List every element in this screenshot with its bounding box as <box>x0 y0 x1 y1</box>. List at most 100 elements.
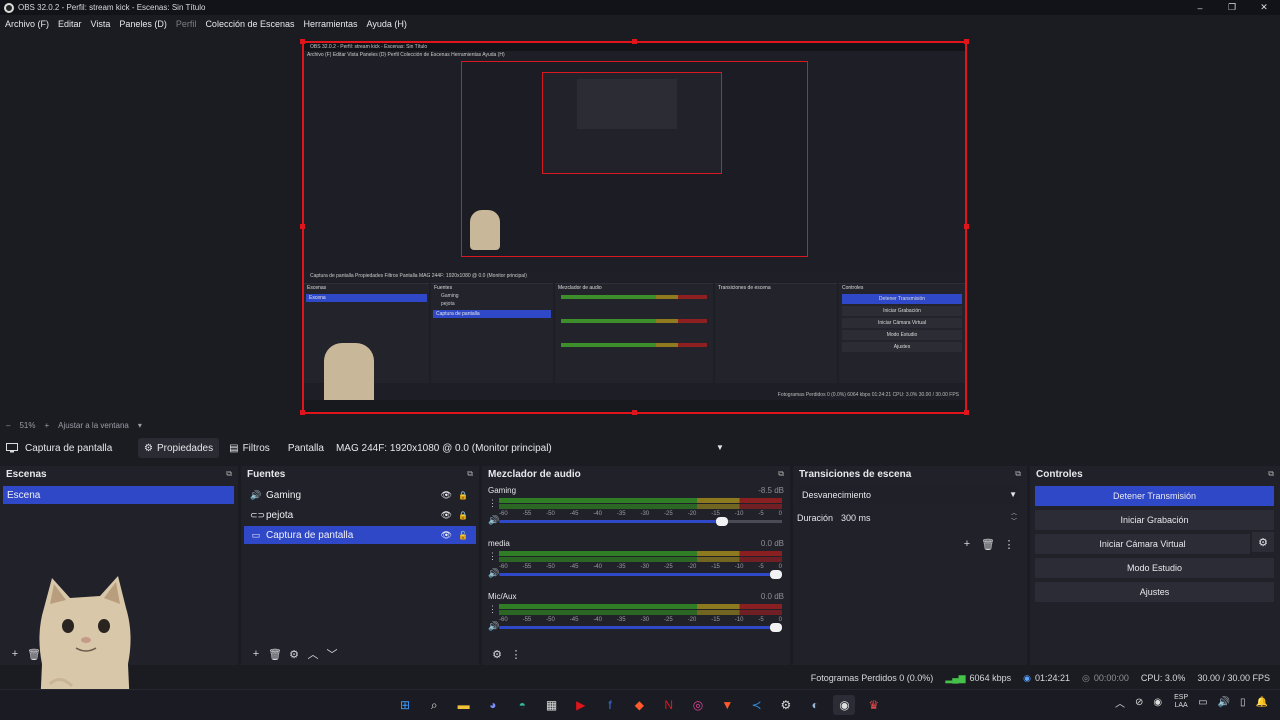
file-explorer-icon[interactable]: ▬ <box>453 695 475 715</box>
speaker-icon[interactable]: 🔊 <box>488 621 499 632</box>
brave-browser-icon[interactable]: ▼ <box>716 695 738 715</box>
obs-settings-icon[interactable]: ⚙ <box>775 695 797 715</box>
menu-profile[interactable]: Perfil <box>176 19 197 29</box>
mixer-settings-button[interactable]: ⚙ <box>488 646 506 662</box>
volume-slider[interactable] <box>499 623 782 632</box>
zoom-fit-label[interactable]: Ajustar a la ventana <box>58 421 129 430</box>
transition-select[interactable]: Desvanecimiento ▼ <box>798 486 1021 504</box>
track-menu-icon[interactable]: ⋮ <box>488 498 497 509</box>
remove-source-button[interactable]: 🗑 <box>266 646 284 662</box>
resize-handle-l[interactable] <box>300 224 305 229</box>
source-item-pejota[interactable]: ⊂⊃ pejota 👁 🔒 <box>244 506 476 524</box>
menu-edit[interactable]: Editar <box>58 19 82 29</box>
transition-menu-button[interactable]: ⋮ <box>1000 536 1018 552</box>
resize-handle-tr[interactable] <box>964 39 969 44</box>
properties-button[interactable]: ⚙ Propiedades <box>138 438 220 458</box>
add-source-button[interactable]: + <box>247 646 265 662</box>
edge-icon[interactable]: ◓ <box>511 695 533 715</box>
eye-icon[interactable]: 👁 <box>441 510 452 521</box>
extra-icon[interactable]: ♛ <box>863 695 885 715</box>
slider-knob[interactable] <box>770 570 782 579</box>
settings-button[interactable]: Ajustes <box>1035 582 1274 602</box>
scene-item[interactable]: Escena <box>3 486 234 504</box>
undock-icon[interactable]: ⧉ <box>1268 469 1274 479</box>
resize-handle-bl[interactable] <box>300 410 305 415</box>
zoom-in-button[interactable]: + <box>44 421 49 430</box>
network-muted-icon[interactable]: ⊘ <box>1135 697 1143 708</box>
lock-icon[interactable]: 🔒 <box>458 511 468 520</box>
resize-handle-r[interactable] <box>964 224 969 229</box>
resize-handle-b[interactable] <box>632 410 637 415</box>
move-down-button[interactable]: ﹀ <box>323 646 341 662</box>
virtual-camera-gear-icon[interactable]: ⚙ <box>1252 532 1274 552</box>
slider-knob[interactable] <box>770 623 782 632</box>
speaker-icon[interactable]: 🔊 <box>488 515 499 526</box>
start-virtual-camera-button[interactable]: Iniciar Cámara Virtual <box>1035 534 1250 554</box>
battery-icon[interactable]: ▯ <box>1240 697 1246 708</box>
menu-file[interactable]: Archivo (F) <box>5 19 49 29</box>
volume-icon[interactable]: 🔊 <box>1218 697 1230 708</box>
discord-icon[interactable]: ◕ <box>482 695 504 715</box>
obs-icon[interactable]: ◉ <box>833 695 856 715</box>
windows-start-icon[interactable]: ⊞ <box>394 695 416 715</box>
instagram-icon[interactable]: ◎ <box>687 695 709 715</box>
track-menu-icon[interactable]: ⋮ <box>488 604 497 615</box>
menu-tools[interactable]: Herramientas <box>304 19 358 29</box>
menu-view[interactable]: Vista <box>91 19 111 29</box>
source-item-screen-capture[interactable]: ▭ Captura de pantalla 👁 🔓 <box>244 526 476 544</box>
close-button[interactable]: ✕ <box>1248 0 1280 15</box>
source-item-gaming[interactable]: 🔊 Gaming 👁 🔒 <box>244 486 476 504</box>
resize-handle-t[interactable] <box>632 39 637 44</box>
menu-docks[interactable]: Paneles (D) <box>119 19 167 29</box>
facebook-icon[interactable]: f <box>599 695 621 715</box>
preview-canvas[interactable]: OBS 32.0.2 - Perfil: stream kick - Escen… <box>302 41 967 414</box>
vscode-icon[interactable]: ≺ <box>746 695 768 715</box>
undock-icon[interactable]: ⧉ <box>778 469 784 479</box>
filters-button[interactable]: ▤ Filtros <box>223 438 276 458</box>
duration-input[interactable]: 300 ms ︿ ﹀ <box>841 510 1021 526</box>
volume-slider[interactable] <box>499 517 782 526</box>
resize-handle-tl[interactable] <box>300 39 305 44</box>
maximize-button[interactable]: ❐ <box>1216 0 1248 15</box>
netflix-icon[interactable]: N <box>658 695 680 715</box>
language-indicator[interactable]: ESP LAA <box>1174 694 1188 710</box>
lock-icon[interactable]: 🔓 <box>458 531 468 540</box>
search-icon[interactable]: ⌕ <box>423 695 445 715</box>
remove-transition-button[interactable]: 🗑 <box>979 536 997 552</box>
obs-tray-icon[interactable]: ◉ <box>1153 697 1162 708</box>
stop-streaming-button[interactable]: Detener Transmisión <box>1035 486 1274 506</box>
notifications-icon[interactable]: 🔔 <box>1256 697 1268 708</box>
undock-icon[interactable]: ⧉ <box>467 469 473 479</box>
move-up-button[interactable]: ︿ <box>304 646 322 662</box>
spin-arrows-icon[interactable]: ︿ ﹀ <box>1011 510 1017 526</box>
steam-icon[interactable]: ◐ <box>804 695 826 715</box>
track-menu-icon[interactable]: ⋮ <box>488 551 497 562</box>
minimize-button[interactable]: – <box>1184 0 1216 15</box>
add-transition-button[interactable]: + <box>958 536 976 552</box>
menu-help[interactable]: Ayuda (H) <box>367 19 407 29</box>
youtube-icon[interactable]: ▶ <box>570 695 592 715</box>
zoom-out-button[interactable]: – <box>6 421 10 430</box>
mixer-menu-button[interactable]: ⋮ <box>507 646 525 662</box>
speaker-icon[interactable]: 🔊 <box>488 568 499 579</box>
eye-icon[interactable]: 👁 <box>441 530 452 541</box>
undock-icon[interactable]: ⧉ <box>1015 469 1021 479</box>
resize-handle-br[interactable] <box>964 410 969 415</box>
preview-area[interactable]: OBS 32.0.2 - Perfil: stream kick - Escen… <box>0 33 1280 419</box>
add-scene-button[interactable]: + <box>6 646 24 662</box>
eye-icon[interactable]: 👁 <box>441 490 452 501</box>
volume-slider[interactable] <box>499 570 782 579</box>
chevron-up-icon[interactable]: ︿ <box>1115 695 1125 710</box>
slider-knob[interactable] <box>716 517 728 526</box>
zoom-dropdown-icon[interactable]: ▾ <box>138 421 142 430</box>
start-recording-button[interactable]: Iniciar Grabación <box>1035 510 1274 530</box>
lock-icon[interactable]: 🔒 <box>458 491 468 500</box>
brave-icon[interactable]: ◆ <box>628 695 650 715</box>
display-icon[interactable]: ▭ <box>1198 697 1207 708</box>
menu-scene-collection[interactable]: Colección de Escenas <box>205 19 294 29</box>
display-select[interactable]: MAG 244F: 1920x1080 @ 0.0 (Monitor princ… <box>330 438 728 458</box>
undock-icon[interactable]: ⧉ <box>226 469 232 479</box>
store-icon[interactable]: ▦ <box>540 695 562 715</box>
source-properties-button[interactable]: ⚙ <box>285 646 303 662</box>
studio-mode-button[interactable]: Modo Estudio <box>1035 558 1274 578</box>
